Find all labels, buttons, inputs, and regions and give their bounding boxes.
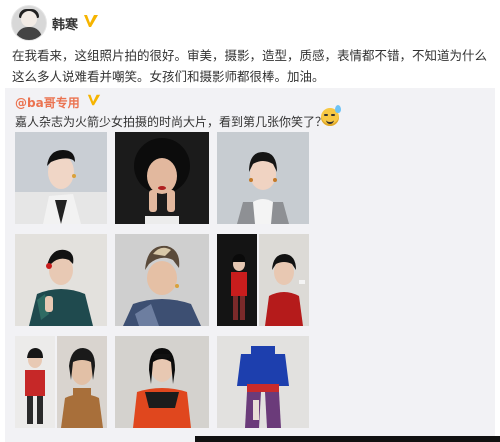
photo-7[interactable]	[259, 234, 309, 326]
photo-10[interactable]	[115, 336, 209, 428]
photo-6[interactable]	[217, 234, 257, 326]
photo-9[interactable]	[57, 336, 107, 428]
verified-badge-icon	[84, 15, 98, 27]
author-avatar[interactable]	[12, 6, 46, 40]
bottom-edge-bar	[195, 436, 500, 442]
author-name[interactable]: 韩寒	[52, 14, 78, 33]
photo-11[interactable]	[217, 336, 309, 428]
repost-text: 嘉人杂志为火箭少女拍摄的时尚大片，看到第几张你笑了？	[15, 115, 328, 129]
photo-4[interactable]	[15, 234, 107, 326]
photo-8[interactable]	[15, 336, 55, 428]
photo-2[interactable]	[115, 132, 209, 224]
verified-badge-icon	[87, 94, 101, 106]
post-text: 在我看来，这组照片拍的很好。审美，摄影，造型，质感，表情都不错，不知道为什么这么…	[12, 48, 488, 84]
photo-5[interactable]	[115, 234, 209, 326]
repost-card[interactable]: @ba哥专用 嘉人杂志为火箭少女拍摄的时尚大片，看到第几张你笑了？	[5, 88, 495, 442]
repost-author[interactable]: @ba哥专用	[15, 94, 80, 111]
photo-3[interactable]	[217, 132, 309, 224]
sweat-smile-emoji-icon	[321, 105, 341, 126]
photo-1[interactable]	[15, 132, 107, 224]
